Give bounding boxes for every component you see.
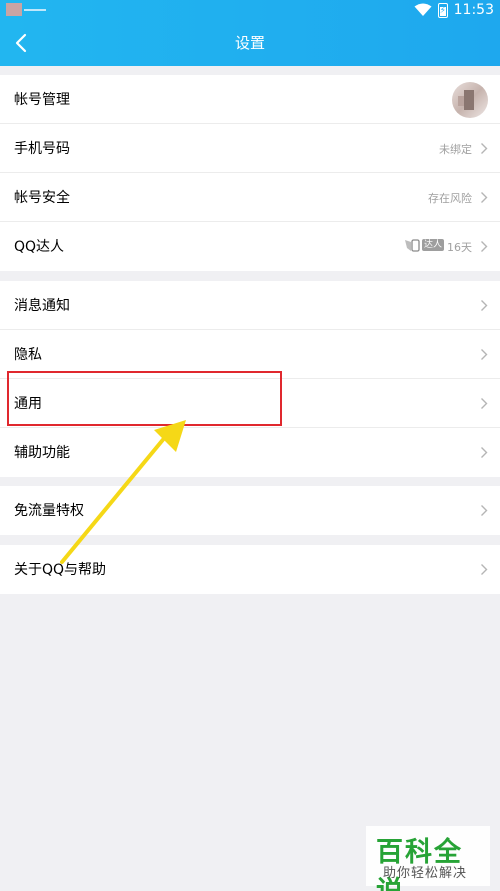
- row-accessibility[interactable]: 辅助功能: [0, 428, 500, 477]
- row-account-management[interactable]: 帐号管理: [0, 75, 500, 124]
- row-account-security[interactable]: 帐号安全 存在风险: [0, 173, 500, 222]
- settings-group-data-privilege: 免流量特权: [0, 486, 500, 535]
- row-label: 免流量特权: [14, 503, 84, 519]
- row-value: 存在风险: [428, 192, 472, 205]
- settings-group-about: 关于QQ与帮助: [0, 545, 500, 594]
- daren-badge: 达人: [404, 236, 446, 254]
- chevron-right-icon: [481, 564, 488, 575]
- chevron-right-icon: [481, 447, 488, 458]
- chevron-right-icon: [481, 192, 488, 203]
- chevron-right-icon: [481, 349, 488, 360]
- settings-group-account: 帐号管理 手机号码 未绑定 帐号安全 存在风险 QQ达人 达人 16天: [0, 75, 500, 271]
- daren-wings-icon: [405, 239, 420, 252]
- row-label: 消息通知: [14, 298, 70, 314]
- watermark-title: 百科全说: [376, 837, 463, 891]
- app-notification-icon: [6, 3, 22, 16]
- wifi-icon: [414, 3, 432, 16]
- highlight-box: [7, 371, 282, 426]
- status-bar: ⚡ 11:53: [0, 0, 500, 20]
- chevron-right-icon: [481, 398, 488, 409]
- chevron-right-icon: [481, 505, 488, 516]
- title-bar: 设置: [0, 20, 500, 66]
- status-time: 11:53: [453, 2, 494, 18]
- watermark-logo: 百科全说 助你轻松解决: [366, 826, 490, 891]
- row-free-data-privilege[interactable]: 免流量特权: [0, 486, 500, 535]
- row-message-notifications[interactable]: 消息通知: [0, 281, 500, 330]
- row-label: 辅助功能: [14, 445, 70, 461]
- chevron-right-icon: [481, 241, 488, 252]
- row-label: QQ达人: [14, 239, 65, 255]
- chevron-right-icon: [481, 300, 488, 311]
- row-phone-number[interactable]: 手机号码 未绑定: [0, 124, 500, 173]
- row-label: 帐号管理: [14, 92, 70, 108]
- avatar: [452, 82, 488, 118]
- battery-icon: ⚡: [437, 2, 448, 18]
- daren-badge-label: 达人: [422, 239, 445, 251]
- chevron-right-icon: [481, 143, 488, 154]
- row-value: 16天: [447, 241, 472, 254]
- watermark-subtitle: 助你轻松解决: [383, 866, 468, 881]
- row-label: 手机号码: [14, 141, 70, 157]
- row-label: 关于QQ与帮助: [14, 562, 107, 578]
- row-value: 未绑定: [439, 143, 472, 156]
- row-label: 帐号安全: [14, 190, 70, 206]
- page-title: 设置: [234, 34, 265, 52]
- notification-indicator-icon: [24, 9, 46, 11]
- notification-icons: [6, 3, 46, 16]
- row-qq-daren[interactable]: QQ达人 达人 16天: [0, 222, 500, 271]
- row-about-qq-help[interactable]: 关于QQ与帮助: [0, 545, 500, 594]
- row-label: 隐私: [14, 347, 42, 363]
